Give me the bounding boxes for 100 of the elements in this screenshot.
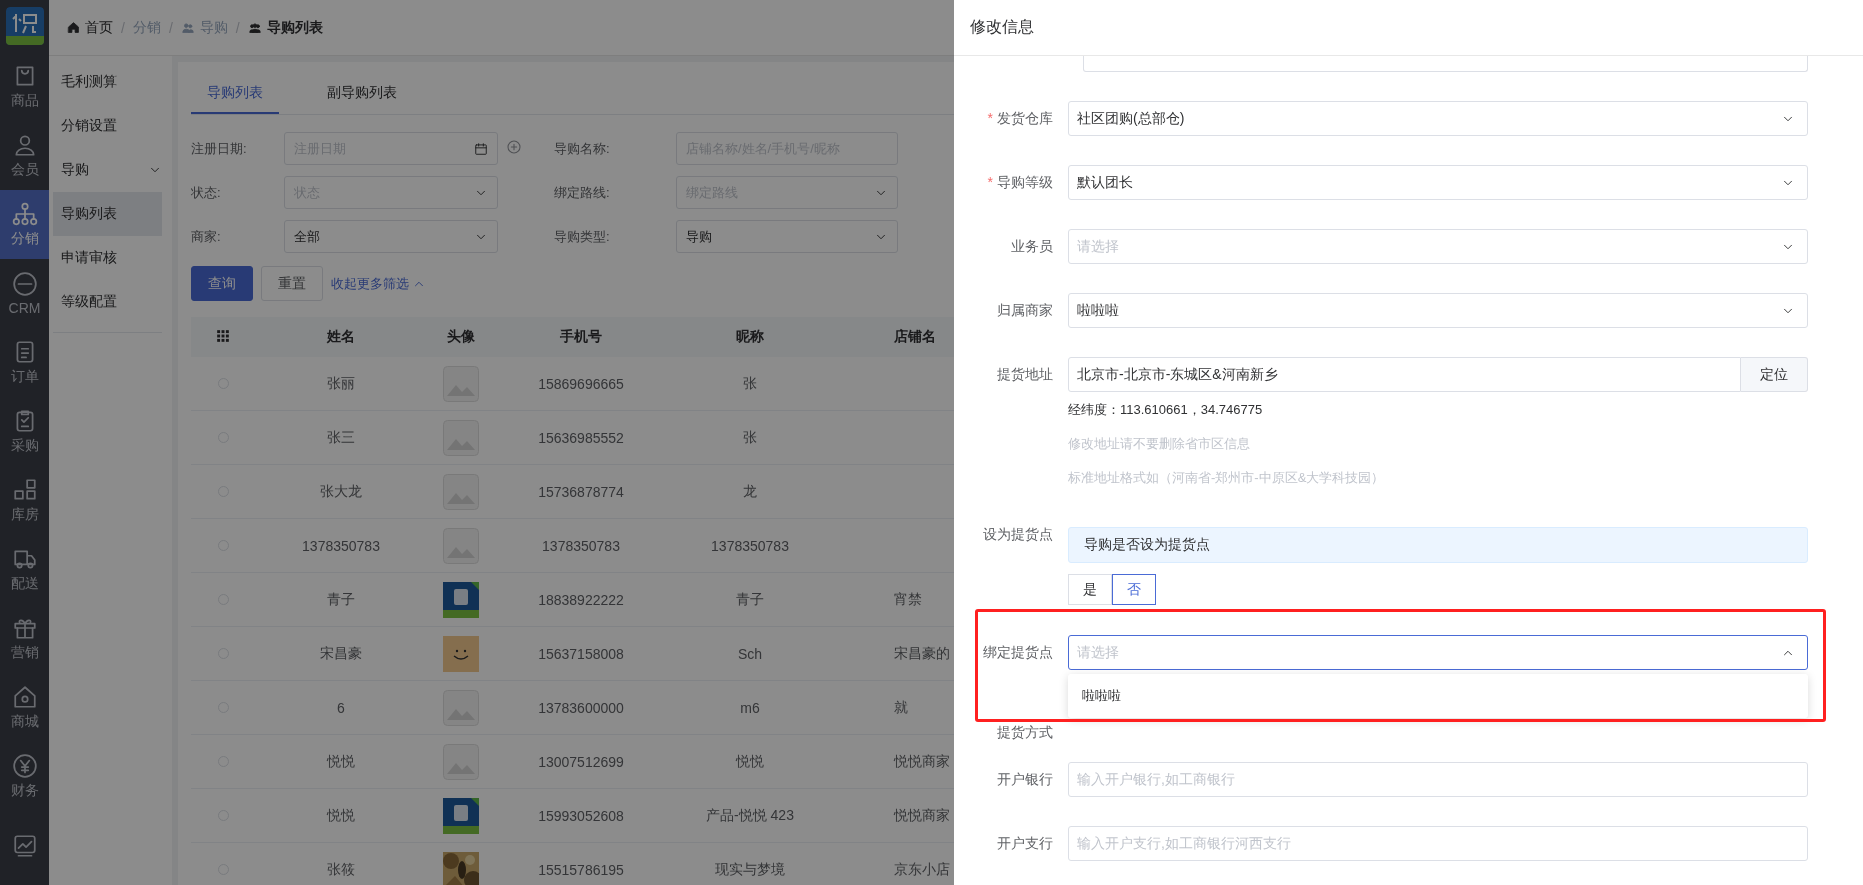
app-logo[interactable] xyxy=(5,7,44,45)
table-cell: 张筱 xyxy=(327,860,355,877)
table-cell: 宋昌豪 xyxy=(320,644,362,661)
table-cell: 张 xyxy=(743,374,757,391)
table-cell: 宵禁 xyxy=(894,590,922,607)
form-label: 设为提货点 xyxy=(983,526,1053,542)
submenu-item[interactable]: 导购列表 xyxy=(53,192,162,236)
hint-text: 修改地址请不要删除省市区信息 xyxy=(1068,435,1251,453)
table-cell: 产品-悦悦 423 xyxy=(706,806,794,823)
image-placeholder-icon xyxy=(443,419,479,456)
select-field[interactable]: 请选择 xyxy=(1068,229,1808,264)
input-field[interactable]: 北京市-北京市-东城区&河南新乡 xyxy=(1068,357,1741,392)
table-cell: 13007512699 xyxy=(538,753,624,770)
table-cell: 悦悦 xyxy=(327,806,355,823)
circle-icon xyxy=(11,271,38,297)
table-cell: 18838922222 xyxy=(538,591,624,608)
table-cell: 张三 xyxy=(327,428,355,445)
submenu-item[interactable]: 分销设置 xyxy=(53,104,162,148)
breadcrumb-link[interactable]: 导购 xyxy=(199,18,228,37)
table-cell: 15993052608 xyxy=(538,807,624,824)
table-cell: 龙 xyxy=(743,482,757,499)
nav-item[interactable]: 商城 xyxy=(0,673,49,742)
filter-label: 导购类型: xyxy=(554,227,611,246)
modal-mask[interactable] xyxy=(0,0,954,885)
breadcrumb-link[interactable]: 首页 xyxy=(85,18,113,37)
select-field[interactable]: 导购 xyxy=(676,220,898,253)
people-icon xyxy=(180,20,195,35)
table-cell: m6 xyxy=(740,699,760,716)
collapse-filters-link[interactable]: 收起更多筛选 xyxy=(331,274,426,293)
table-cell: 15869696665 xyxy=(538,375,624,392)
column-header: 姓名 xyxy=(327,328,355,344)
nav-item[interactable]: 分销 xyxy=(0,190,49,259)
form-label: 归属商家 xyxy=(997,302,1053,318)
nav-item[interactable]: 商品 xyxy=(0,52,49,121)
tab[interactable]: 导购列表 xyxy=(191,76,279,114)
required-mark: * xyxy=(987,174,993,190)
plus-circle-icon xyxy=(506,139,522,155)
table-cell: 15637158008 xyxy=(538,645,624,662)
nav-item[interactable]: 营销 xyxy=(0,604,49,673)
select-field[interactable]: 请选择 xyxy=(1068,635,1808,670)
nav-item[interactable]: CRM xyxy=(0,259,49,328)
image-placeholder-icon xyxy=(443,743,479,780)
column-header: 店铺名 xyxy=(894,328,936,344)
breadcrumb-separator: / xyxy=(235,19,240,36)
breadcrumb-separator: / xyxy=(168,19,173,36)
table-cell: 张大龙 xyxy=(320,482,362,499)
select-field[interactable]: 默认团长 xyxy=(1068,165,1808,200)
form-label: 提货方式 xyxy=(997,724,1053,740)
submenu-item[interactable]: 申请审核 xyxy=(53,236,162,280)
network-icon xyxy=(11,201,38,227)
dropdown-option[interactable]: 啦啦啦 xyxy=(1068,674,1808,718)
filter-label: 绑定路线: xyxy=(554,183,611,202)
table-cell: 悦悦商家 xyxy=(894,806,950,823)
home-icon xyxy=(67,21,80,34)
smiley-icon xyxy=(443,635,479,672)
select-field[interactable]: 啦啦啦 xyxy=(1068,293,1808,328)
nav-item[interactable]: 财务 xyxy=(0,742,49,811)
filter-label: 状态: xyxy=(191,183,222,202)
table-cell: 6 xyxy=(337,699,345,716)
breadcrumb-separator: / xyxy=(121,19,125,36)
select-field[interactable]: 全部 xyxy=(284,220,498,253)
locate-button[interactable]: 定位 xyxy=(1741,357,1808,392)
submenu-item[interactable]: 毛利测算 xyxy=(53,60,162,104)
form-label: 提货地址 xyxy=(997,366,1053,382)
chart-icon xyxy=(11,832,38,859)
calendar-icon xyxy=(474,141,488,156)
table-cell: 1378350783 xyxy=(711,537,789,554)
input-field[interactable]: 输入开户支行,如工商银行河西支行 xyxy=(1068,826,1808,861)
form-label: 导购等级 xyxy=(997,174,1053,190)
nav-item[interactable]: 采购 xyxy=(0,397,49,466)
table-cell: 悦悦 xyxy=(736,752,764,769)
nav-item[interactable]: 订单 xyxy=(0,328,49,397)
table-cell: 就 xyxy=(894,698,908,715)
input-field[interactable] xyxy=(1083,56,1808,72)
filter-label: 注册日期: xyxy=(191,139,248,158)
column-header: 昵称 xyxy=(736,328,764,344)
table-cell: 悦悦 xyxy=(327,752,355,769)
table-cell: 张 xyxy=(743,428,757,445)
radio-button[interactable]: 是 xyxy=(1068,574,1112,605)
table-cell: 宋昌豪的 xyxy=(894,644,950,661)
nav-item[interactable]: 配送 xyxy=(0,535,49,604)
nav-item[interactable]: 会员 xyxy=(0,121,49,190)
breadcrumb-link[interactable]: 导购列表 xyxy=(266,18,323,37)
radio-button[interactable]: 否 xyxy=(1112,574,1156,605)
submenu-item[interactable]: 等级配置 xyxy=(53,280,162,324)
hint-text: 标准地址格式如（河南省-郑州市-中原区&大学科技园） xyxy=(1068,469,1386,487)
table-cell: 15736878774 xyxy=(538,483,624,500)
table-cell: 京东小店 xyxy=(894,860,950,877)
select-field[interactable]: 社区团购(总部仓) xyxy=(1068,101,1808,136)
tab[interactable]: 副导购列表 xyxy=(311,76,413,114)
submenu-item[interactable]: 导购 xyxy=(53,148,162,192)
table-cell: 青子 xyxy=(327,590,355,607)
table-cell: 13783600000 xyxy=(538,699,624,716)
query-button[interactable]: 查询 xyxy=(191,266,253,301)
nav-item[interactable]: 库房 xyxy=(0,466,49,535)
table-cell: 15636985552 xyxy=(538,429,624,446)
image-placeholder-icon xyxy=(443,527,479,564)
input-field[interactable]: 输入开户银行,如工商银行 xyxy=(1068,762,1808,797)
reset-button[interactable]: 重置 xyxy=(261,266,323,301)
blocks-icon xyxy=(11,477,38,503)
